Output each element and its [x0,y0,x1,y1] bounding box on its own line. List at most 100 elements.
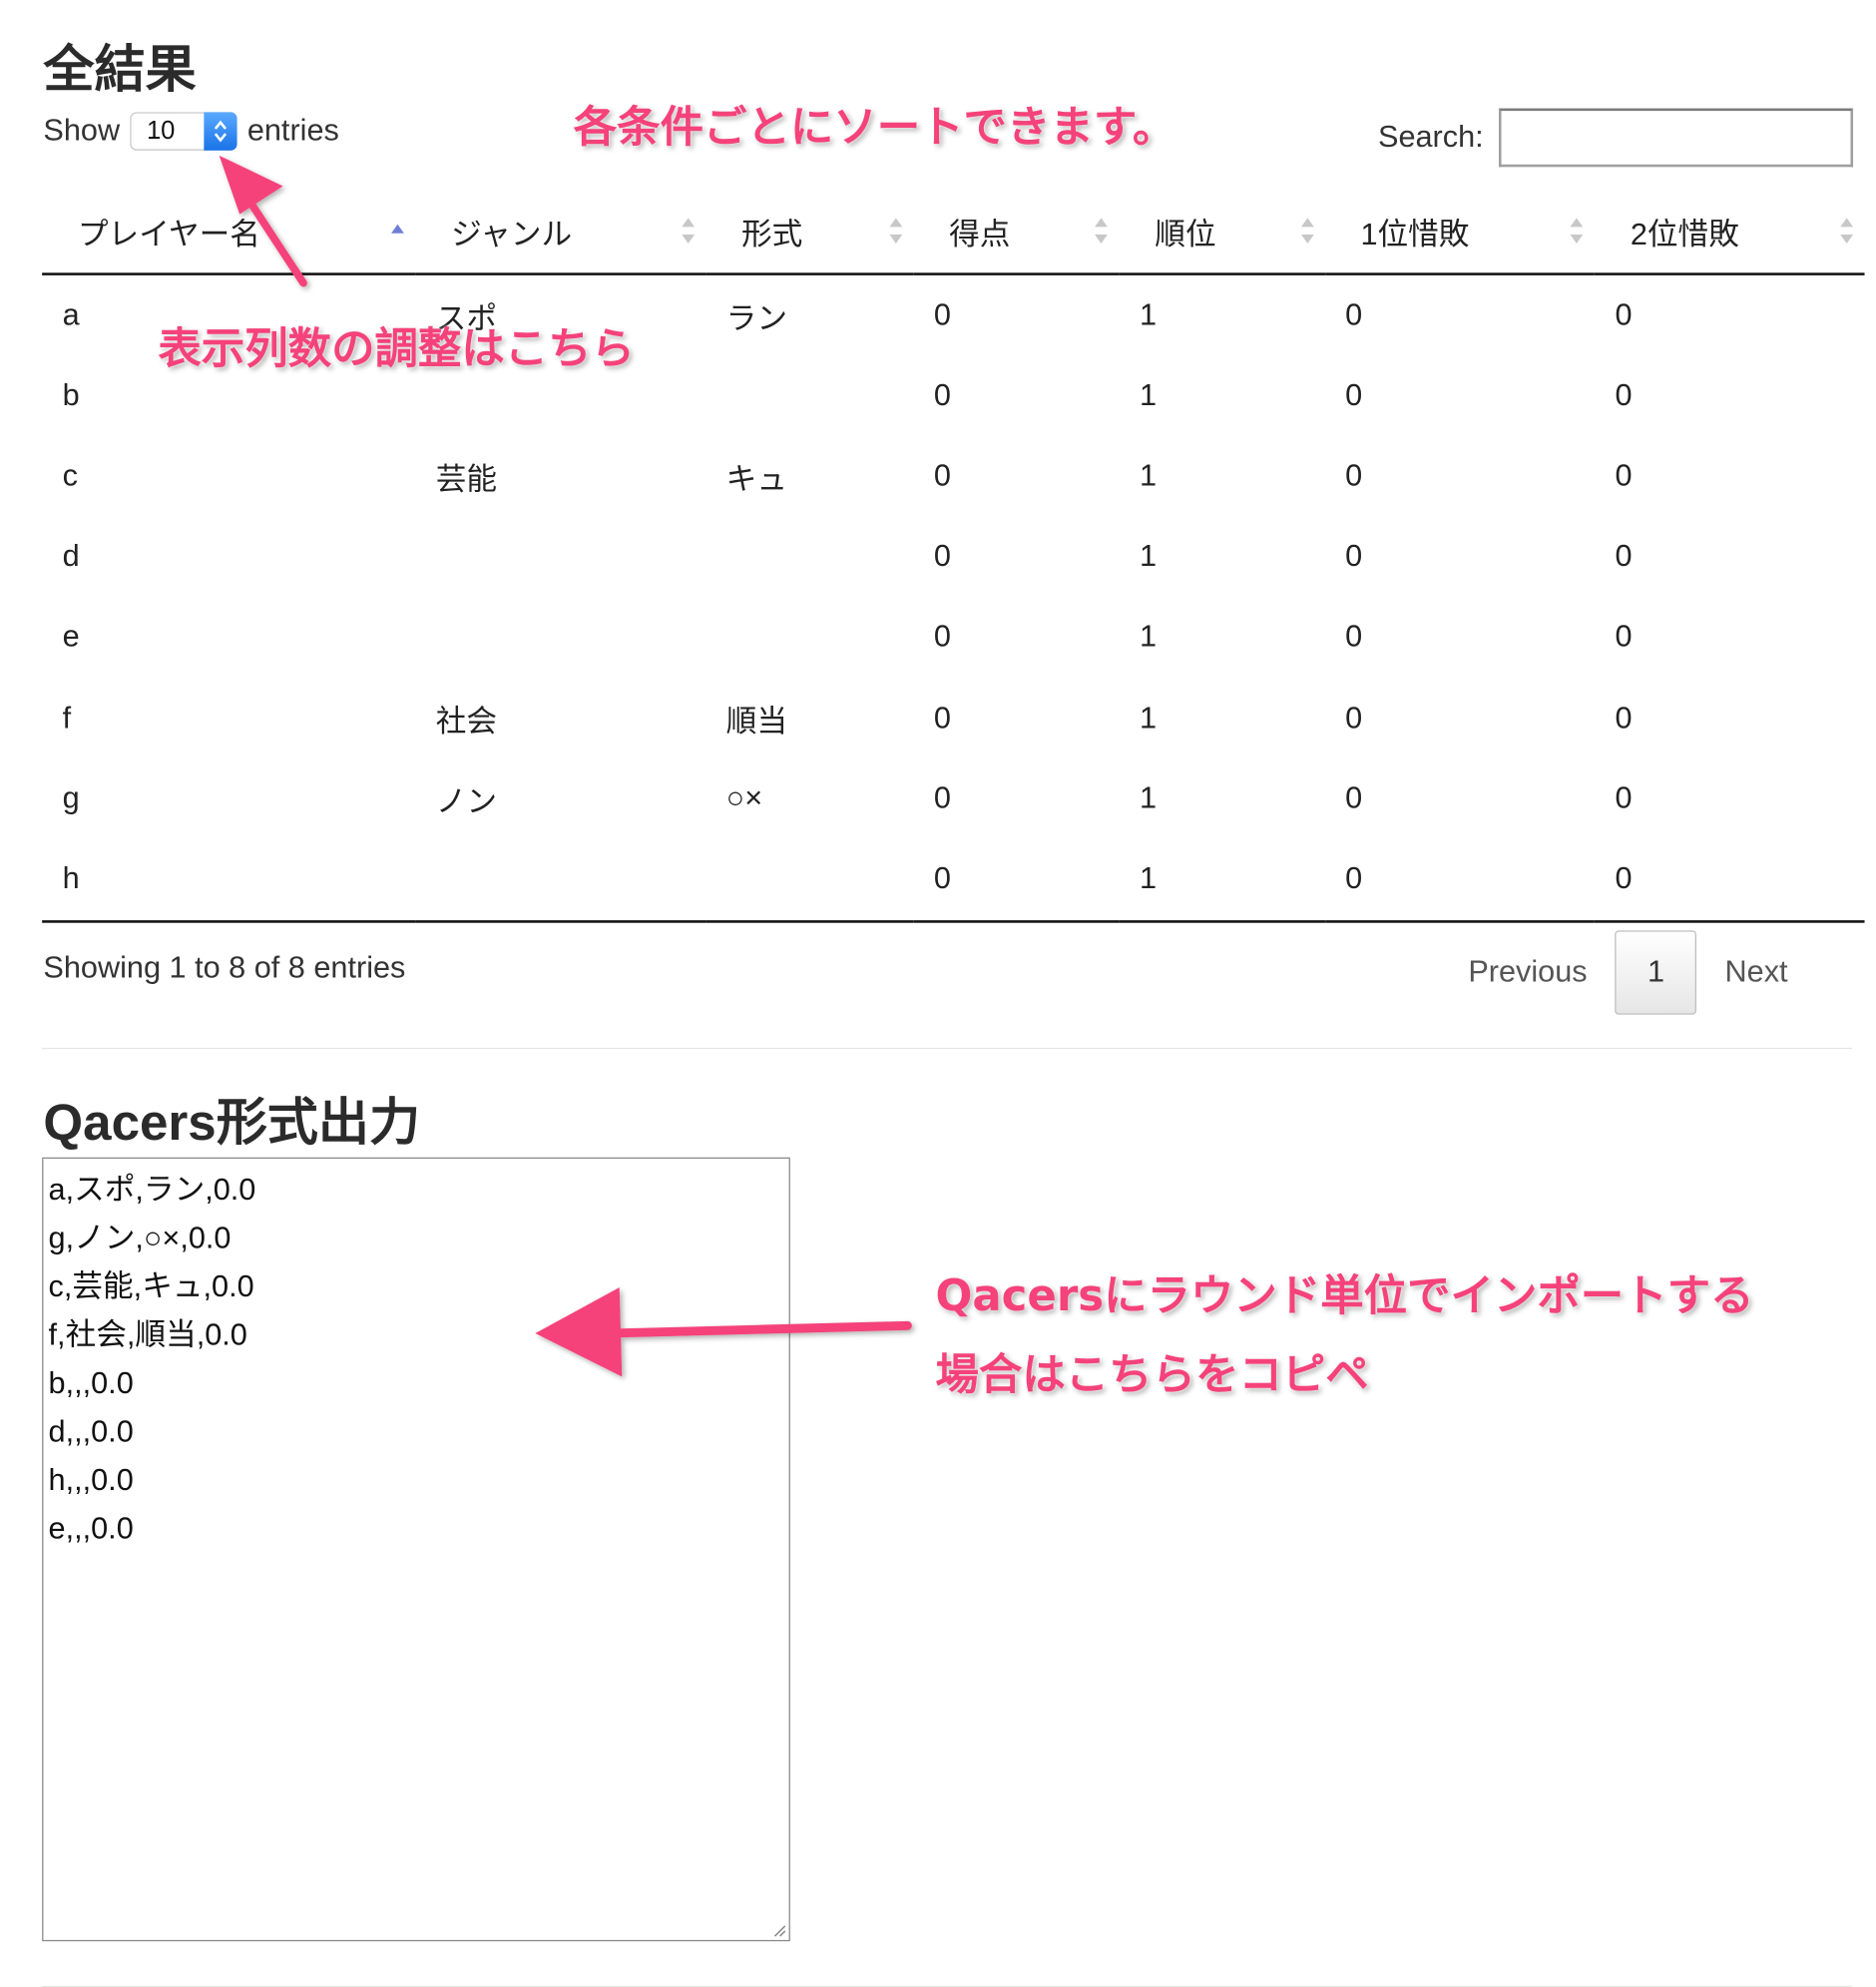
table-cell: 0 [1324,838,1596,923]
table-cell: 1 [1139,297,1158,332]
page-title: 全結果 [43,42,197,99]
length-annotation: 表示列数の調整はこちら [158,323,636,375]
output-line: d,,,0.0 [48,1414,134,1450]
column-header-0[interactable]: プレイヤー名 [42,189,416,275]
table-cell: 1 [1139,780,1158,816]
column-header-4[interactable]: 順位 [1119,189,1325,275]
sort-both-icon [1839,216,1854,247]
table-cell: 0 [933,700,951,736]
output-lines: a,スポ,ラン,0.0 g,ノン,○×,0.0 c,芸能,キュ,0.0 f,社会,順当… [43,1159,788,1562]
page: 全結果 Show 10 entries Search: プレイヤー名 ジャンル 形式… [0,0,1876,1987]
table-cell: 0 [1345,539,1363,574]
table-cell: 0 [933,378,951,413]
table-cell: 1 [1119,838,1325,923]
table-cell: ○× [725,780,763,816]
table-row: g ノン ○× 0 1 0 0 [42,758,1864,839]
column-header-label: プレイヤー名 [77,217,260,252]
table-cell: 0 [1615,378,1633,413]
table-header-row: プレイヤー名 ジャンル 形式 得点 順位 1位惜敗 2位惜敗 [42,189,1865,275]
table-cell: 0 [1345,378,1363,413]
output-line: e,,,0.0 [48,1511,134,1547]
output-line: c,芸能,キュ,0.0 [48,1269,254,1304]
table-cell: 0 [1345,620,1363,655]
table-cell: e [62,620,80,655]
results-table: プレイヤー名 ジャンル 形式 得点 順位 1位惜敗 2位惜敗 a スポ ラン 0 1 0 0 b 0 1 0 0 c… [42,189,1865,923]
table-cell: 0 [1345,780,1363,816]
entries-per-page-value: 10 [146,116,176,145]
table-cell: h [42,838,416,923]
table-row: c 芸能 キュ 0 1 0 0 [42,436,1864,517]
output-line: b,,,0.0 [48,1366,134,1401]
column-header-2[interactable]: 形式 [705,189,914,275]
search-control: Search: [1378,108,1854,168]
table-cell: g [62,780,80,816]
select-stepper-icon[interactable] [204,112,237,151]
output-line: a,スポ,ラン,0.0 [48,1173,256,1208]
copy-annotation-line2: 場合はこちらをコピペ [935,1349,1369,1401]
table-cell: 0 [933,539,951,574]
table-cell [705,838,914,923]
column-header-label: 得点 [949,217,1011,252]
current-page-button[interactable]: 1 [1615,930,1697,1015]
column-header-1[interactable]: ジャンル [415,189,706,275]
table-cell [415,838,706,923]
length-prefix-label: Show [43,113,121,149]
table-cell: 1 [1139,378,1158,413]
table-cell [415,517,705,598]
table-cell: 0 [1615,458,1633,494]
search-label: Search: [1378,120,1484,155]
table-cell: 0 [1345,297,1363,332]
table-cell: 0 [1595,838,1865,923]
column-header-6[interactable]: 2位惜敗 [1595,189,1865,275]
pagination: Previous 1 Next [1440,930,1815,1015]
output-line: h,,,0.0 [48,1463,134,1498]
table-cell: 0 [1345,700,1363,736]
table-cell: 0 [1615,620,1633,655]
table-row: d 0 1 0 0 [42,517,1864,598]
table-cell [705,517,913,598]
table-cell: 社会 [435,705,498,740]
table-row: h0100 [42,838,1865,923]
copy-annotation: Qacersにラウンド単位でインポートする 場合はこちらをコピペ [935,1256,1753,1414]
table-cell: 0 [1615,700,1633,736]
column-header-label: 2位惜敗 [1630,217,1739,252]
table-cell: ラン [725,301,787,337]
column-header-label: 1位惜敗 [1360,217,1470,252]
sort-both-icon [681,216,696,247]
table-info: Showing 1 to 8 of 8 entries [43,950,406,986]
table-cell: 1 [1139,458,1158,494]
sort-both-icon [1094,216,1109,247]
table-cell [415,598,705,679]
column-header-5[interactable]: 1位惜敗 [1324,189,1596,275]
column-header-3[interactable]: 得点 [913,189,1120,275]
output-heading: Qacers形式出力 [43,1095,421,1152]
table-cell: 芸能 [435,463,498,498]
output-line: f,社会,順当,0.0 [48,1317,247,1353]
output-line: g,ノン,○×,0.0 [48,1221,232,1256]
table-cell [705,598,913,679]
section-divider [42,1047,1852,1050]
column-header-label: 形式 [741,217,803,252]
table-cell: d [62,539,80,574]
copy-annotation-line1: Qacersにラウンド単位でインポートする [935,1270,1754,1322]
length-suffix-label: entries [246,113,339,149]
resize-grip-icon[interactable] [771,1922,786,1937]
entries-per-page-select[interactable]: 10 [130,112,237,151]
table-row: f 社会 順当 0 1 0 0 [42,678,1864,758]
table-cell: 0 [1615,539,1633,574]
table-cell: f [62,700,72,736]
sort-both-icon [888,216,903,247]
table-cell: 0 [1615,297,1633,332]
table-cell: 1 [1139,539,1158,574]
search-input[interactable] [1498,108,1854,168]
table-row: e 0 1 0 0 [42,598,1864,679]
table-cell: 1 [1139,700,1158,736]
sort-ascending-icon [390,216,405,247]
column-header-label: ジャンル [451,217,573,252]
qacers-output-textarea[interactable]: a,スポ,ラン,0.0 g,ノン,○×,0.0 c,芸能,キュ,0.0 f,社会,順当… [42,1157,790,1942]
next-page-button[interactable]: Next [1696,930,1815,1014]
table-cell [705,356,913,437]
table-cell: 0 [933,620,951,655]
table-cell: 0 [933,780,951,816]
previous-page-button[interactable]: Previous [1440,930,1615,1014]
